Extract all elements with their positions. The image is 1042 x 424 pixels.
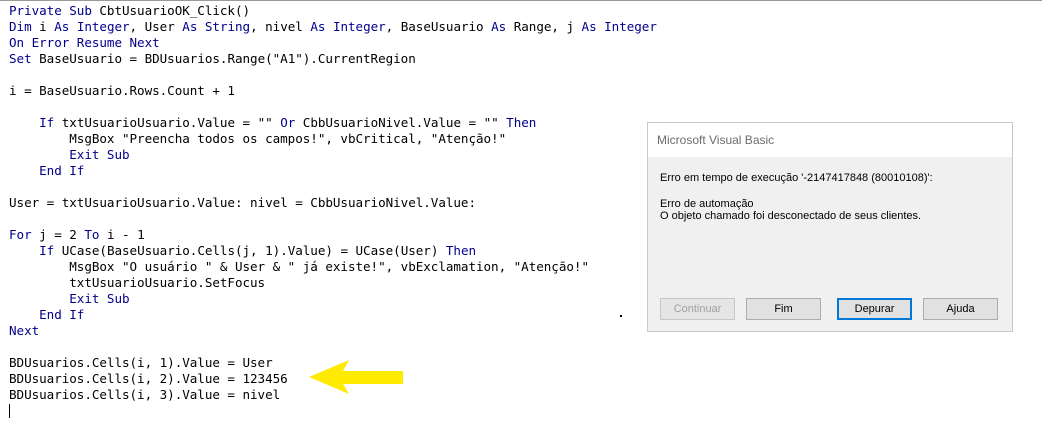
dialog-title: Microsoft Visual Basic (657, 133, 775, 147)
code-line: Exit Sub (9, 291, 130, 306)
dialog-titlebar[interactable]: Microsoft Visual Basic (648, 123, 1012, 157)
code-line: End If (9, 307, 85, 322)
code-line: MsgBox "O usuário " & User & " já existe… (9, 259, 589, 274)
code-line: End If (9, 163, 85, 178)
text-cursor (9, 404, 10, 418)
debug-button[interactable]: Depurar (837, 298, 912, 320)
code-line: On Error Resume Next (9, 35, 160, 50)
code-line: Next (9, 323, 40, 338)
left-arrow-icon (309, 360, 403, 394)
editor-top-border (0, 0, 1042, 1)
code-line: txtUsuarioUsuario.SetFocus (9, 275, 266, 290)
code-line: i = BaseUsuario.Rows.Count + 1 (9, 83, 235, 98)
code-line: If txtUsuarioUsuario.Value = "" Or CbbUs… (39, 115, 537, 130)
code-line: BDUsuarios.Cells(i, 3).Value = nivel (9, 387, 281, 402)
error-dialog[interactable]: Microsoft Visual Basic Erro em tempo de … (647, 122, 1013, 332)
code-line: Dim i As Integer, User As String, nivel … (9, 19, 657, 34)
error-message: Erro em tempo de execução '-2147417848 (… (660, 172, 933, 184)
code-line: MsgBox "Preencha todos os campos!", vbCr… (9, 131, 507, 146)
code-line: BDUsuarios.Cells(i, 1).Value = User (9, 355, 273, 370)
code-line: Private Sub CbtUsuarioOK_Click() (9, 3, 251, 18)
code-line: Set BaseUsuario = BDUsuarios.Range("A1")… (9, 51, 416, 66)
error-type: Erro de automação (660, 198, 754, 210)
code-line: BDUsuarios.Cells(i, 2).Value = 123456 (9, 371, 288, 386)
end-button[interactable]: Fim (746, 298, 821, 320)
error-detail: O objeto chamado foi desconectado de seu… (660, 210, 922, 222)
code-line: If UCase(BaseUsuario.Cells(j, 1).Value) … (39, 243, 477, 258)
continue-button[interactable]: Continuar (660, 298, 735, 320)
stray-dot (620, 315, 622, 317)
help-button[interactable]: Ajuda (923, 298, 998, 320)
code-line: User = txtUsuarioUsuario.Value: nivel = … (9, 195, 476, 210)
code-line: For j = 2 To i - 1 (9, 227, 145, 242)
code-line: Exit Sub (9, 147, 130, 162)
